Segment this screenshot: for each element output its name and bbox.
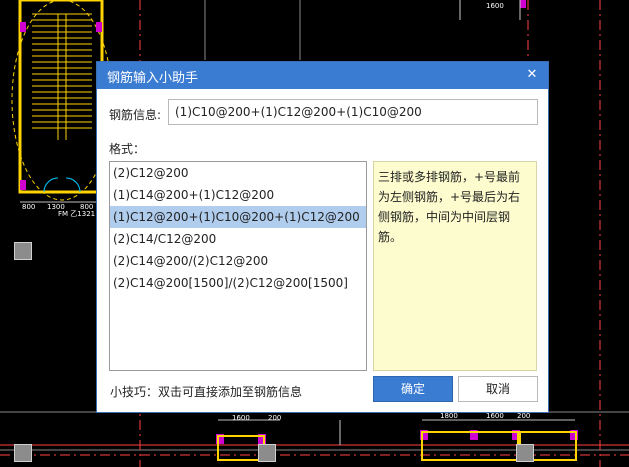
format-hint-panel: 三排或多排钢筋，+号最前为左侧钢筋，+号最后为右侧钢筋，中间为中间层钢筋。	[373, 161, 537, 371]
stair-treads	[32, 13, 92, 140]
format-list-item[interactable]: (2)C14@200/(2)C12@200	[110, 250, 366, 272]
format-list-item-selected[interactable]: (1)C12@200+(1)C10@200+(1)C12@200	[110, 206, 366, 228]
dimension-label: 200	[517, 412, 530, 420]
grip-handle[interactable]	[516, 444, 534, 462]
tip-text: 小技巧：双击可直接添加至钢筋信息	[110, 385, 303, 399]
stair-wall-outline	[18, 0, 104, 194]
dimension-label: 1600	[232, 414, 250, 422]
grip-handle[interactable]	[258, 444, 276, 462]
rebar-info-input[interactable]: (1)C10@200+(1)C12@200+(1)C10@200	[168, 99, 538, 125]
format-list-item[interactable]: (2)C14@200[1500]/(2)C12@200[1500]	[110, 272, 366, 294]
grip-handle[interactable]	[14, 444, 32, 462]
grip-handle[interactable]	[14, 242, 32, 260]
format-label: 格式：	[109, 142, 146, 156]
dimension-label: 1600	[486, 2, 504, 10]
format-list-item[interactable]: (2)C14/C12@200	[110, 228, 366, 250]
rebar-info-label: 钢筋信息:	[109, 108, 162, 122]
door-swing-right	[65, 177, 81, 193]
close-icon[interactable]: ✕	[522, 65, 542, 85]
dimension-label: 1600	[486, 412, 504, 420]
format-list[interactable]: (2)C12@200 (1)C14@200+(1)C12@200 (1)C12@…	[109, 161, 367, 371]
door-label: FM 乙1321	[58, 210, 95, 218]
format-list-item[interactable]: (2)C12@200	[110, 162, 366, 184]
ok-button[interactable]: 确定	[373, 376, 453, 402]
rebar-input-assistant-dialog: 钢筋输入小助手 ✕ 钢筋信息: (1)C10@200+(1)C12@200+(1…	[96, 61, 549, 413]
dialog-titlebar[interactable]: 钢筋输入小助手 ✕	[97, 62, 548, 89]
dimension-label: 800	[22, 203, 35, 211]
format-list-item[interactable]: (1)C14@200+(1)C12@200	[110, 184, 366, 206]
cancel-button[interactable]: 取消	[458, 376, 538, 402]
door-swing-left	[43, 177, 59, 193]
dialog-title: 钢筋输入小助手	[107, 71, 199, 86]
dimension-label: 1800	[440, 412, 458, 420]
dimension-label: 200	[268, 414, 281, 422]
